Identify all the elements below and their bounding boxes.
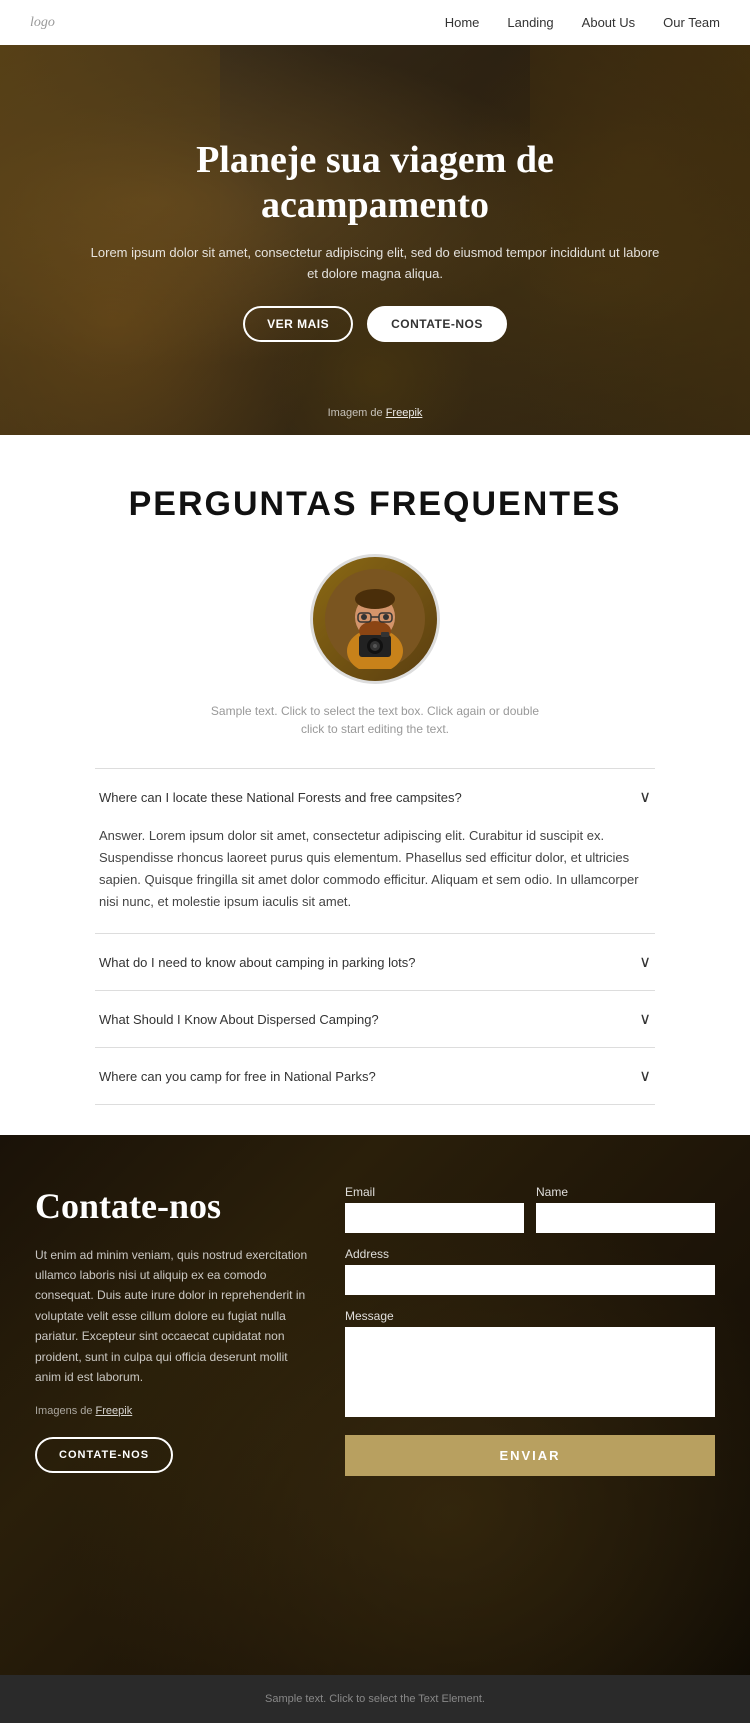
message-input[interactable] bbox=[345, 1327, 715, 1417]
faq-chevron-1: ∨ bbox=[639, 787, 651, 807]
contact-form: Email Name Address Message ENVIAR bbox=[345, 1185, 715, 1476]
address-label: Address bbox=[345, 1247, 715, 1261]
hero-more-button[interactable]: VER MAIS bbox=[243, 306, 353, 342]
faq-answer-1: Answer. Lorem ipsum dolor sit amet, cons… bbox=[95, 825, 655, 933]
hero-title: Planeje sua viagem de acampamento bbox=[85, 138, 665, 229]
nav-about[interactable]: About Us bbox=[582, 15, 635, 30]
contact-credit: Imagens de Freepik bbox=[35, 1405, 315, 1417]
faq-item-4: Where can you camp for free in National … bbox=[95, 1047, 655, 1105]
nav-links: Home Landing About Us Our Team bbox=[445, 15, 720, 30]
footer-text: Sample text. Click to select the Text El… bbox=[18, 1693, 732, 1705]
faq-question-1[interactable]: Where can I locate these National Forest… bbox=[95, 769, 655, 825]
email-label: Email bbox=[345, 1185, 524, 1199]
faq-question-text-2: What do I need to know about camping in … bbox=[99, 955, 416, 970]
hero-contact-button[interactable]: CONTATE-NOS bbox=[367, 306, 507, 342]
navbar: logo Home Landing About Us Our Team bbox=[0, 0, 750, 45]
form-address-inner: Address bbox=[345, 1247, 715, 1295]
faq-chevron-3: ∨ bbox=[639, 1009, 651, 1029]
faq-question-text-3: What Should I Know About Dispersed Campi… bbox=[99, 1012, 379, 1027]
faq-question-text-4: Where can you camp for free in National … bbox=[99, 1069, 376, 1084]
faq-question-text-1: Where can I locate these National Forest… bbox=[99, 790, 462, 805]
faq-item-2: What do I need to know about camping in … bbox=[95, 933, 655, 990]
faq-chevron-4: ∨ bbox=[639, 1066, 651, 1086]
faq-list: Where can I locate these National Forest… bbox=[95, 768, 655, 1105]
form-address-group: Address bbox=[345, 1247, 715, 1295]
nav-home[interactable]: Home bbox=[445, 15, 480, 30]
hero-credit-link[interactable]: Freepik bbox=[386, 407, 423, 419]
faq-item-1: Where can I locate these National Forest… bbox=[95, 768, 655, 933]
faq-question-4[interactable]: Where can you camp for free in National … bbox=[95, 1048, 655, 1104]
faq-question-2[interactable]: What do I need to know about camping in … bbox=[95, 934, 655, 990]
logo: logo bbox=[30, 15, 55, 31]
faq-question-3[interactable]: What Should I Know About Dispersed Campi… bbox=[95, 991, 655, 1047]
nav-landing[interactable]: Landing bbox=[507, 15, 553, 30]
contact-credit-link[interactable]: Freepik bbox=[96, 1405, 133, 1417]
name-label: Name bbox=[536, 1185, 715, 1199]
message-label: Message bbox=[345, 1309, 715, 1323]
nav-team[interactable]: Our Team bbox=[663, 15, 720, 30]
faq-chevron-2: ∨ bbox=[639, 952, 651, 972]
submit-button[interactable]: ENVIAR bbox=[345, 1435, 715, 1476]
faq-section: PERGUNTAS FREQUENTES bbox=[0, 435, 750, 1135]
faq-item-3: What Should I Know About Dispersed Campi… bbox=[95, 990, 655, 1047]
form-message-group: Message bbox=[345, 1309, 715, 1417]
address-input[interactable] bbox=[345, 1265, 715, 1295]
hero-credit: Imagem de Freepik bbox=[328, 407, 423, 419]
hero-subtitle: Lorem ipsum dolor sit amet, consectetur … bbox=[85, 243, 665, 285]
faq-title: PERGUNTAS FREQUENTES bbox=[30, 485, 720, 524]
hero-section: Planeje sua viagem de acampamento Lorem … bbox=[0, 45, 750, 435]
hero-buttons: VER MAIS CONTATE-NOS bbox=[85, 306, 665, 342]
email-input[interactable] bbox=[345, 1203, 524, 1233]
name-input[interactable] bbox=[536, 1203, 715, 1233]
faq-sample-text: Sample text. Click to select the text bo… bbox=[205, 702, 545, 738]
faq-avatar bbox=[310, 554, 440, 684]
form-name-group: Name bbox=[536, 1185, 715, 1233]
contact-section: Contate-nos Ut enim ad minim veniam, qui… bbox=[0, 1135, 750, 1675]
hero-content: Planeje sua viagem de acampamento Lorem … bbox=[85, 138, 665, 343]
contact-outline-button[interactable]: CONTATE-NOS bbox=[35, 1437, 173, 1473]
contact-description: Ut enim ad minim veniam, quis nostrud ex… bbox=[35, 1245, 315, 1388]
faq-avatar-image bbox=[325, 569, 425, 669]
contact-left-panel: Contate-nos Ut enim ad minim veniam, qui… bbox=[35, 1185, 315, 1473]
contact-title: Contate-nos bbox=[35, 1185, 315, 1228]
form-email-group: Email bbox=[345, 1185, 524, 1233]
footer: Sample text. Click to select the Text El… bbox=[0, 1675, 750, 1723]
form-row-1: Email Name bbox=[345, 1185, 715, 1233]
